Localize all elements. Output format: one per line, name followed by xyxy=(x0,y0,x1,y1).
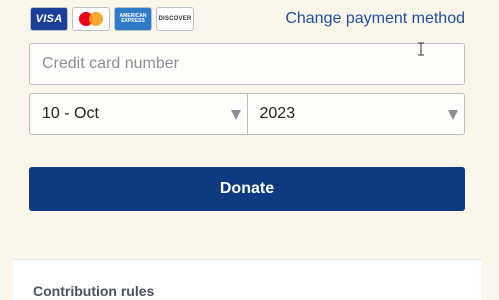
credit-card-number-input[interactable] xyxy=(29,43,465,85)
expiry-year-select[interactable]: 2023 xyxy=(246,94,465,134)
expiry-selects: 10 - Oct 2023 xyxy=(29,93,465,135)
chevron-down-icon xyxy=(230,110,241,120)
mastercard-card-icon xyxy=(72,7,110,31)
contribution-rules-panel: Contribution rules xyxy=(13,259,482,300)
contribution-rules-title: Contribution rules xyxy=(33,283,155,299)
amex-card-icon: AMERICAN EXPRESS xyxy=(114,7,152,31)
text-cursor-icon xyxy=(418,42,424,56)
chevron-down-icon xyxy=(448,110,458,120)
visa-card-icon: VISA xyxy=(30,7,68,31)
expiry-month-select[interactable]: 10 - Oct xyxy=(30,94,247,134)
donate-button[interactable]: Donate xyxy=(29,167,465,211)
discover-card-icon: DISCOVER xyxy=(156,7,194,31)
change-payment-method-link[interactable]: Change payment method xyxy=(285,10,465,28)
accepted-cards: VISA AMERICAN EXPRESS DISCOVER xyxy=(30,7,194,31)
expiry-month-value: 10 - Oct xyxy=(42,105,99,122)
expiry-year-value: 2023 xyxy=(259,105,296,122)
